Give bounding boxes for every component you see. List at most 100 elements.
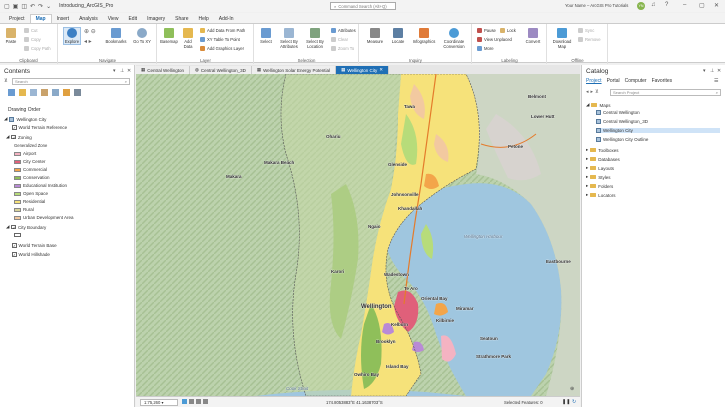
previous-extent-tools[interactable]: ◂ ▸ bbox=[84, 38, 92, 45]
toc-layer-hillshade[interactable]: ✓ World Hillshade bbox=[12, 252, 50, 257]
copy-path-button[interactable]: Copy Path bbox=[24, 46, 51, 51]
expand-arrow-icon[interactable]: ◢ bbox=[6, 134, 9, 140]
catalog-tab-project[interactable]: Project bbox=[586, 78, 602, 84]
tab-analysis[interactable]: Analysis bbox=[74, 15, 103, 23]
catalog-search-input[interactable]: Search Project ⌕ bbox=[610, 89, 721, 96]
catalog-filter-icon[interactable]: ⊻ bbox=[595, 89, 599, 95]
fixed-zoom-icon[interactable] bbox=[196, 399, 201, 404]
go-to-xy-button[interactable]: Go To XY bbox=[133, 28, 151, 44]
list-by-perspective-icon[interactable] bbox=[74, 89, 81, 96]
select-by-attributes-button[interactable]: Select By Attributes bbox=[277, 28, 301, 49]
map-view[interactable]: Makara Beach Makara Ohariu Johnsonville Glen… bbox=[136, 74, 580, 396]
convert-button[interactable]: Convert bbox=[523, 28, 543, 44]
add-data-from-path-button[interactable]: Add Data From Path bbox=[200, 28, 245, 33]
catalog-tab-computer[interactable]: Computer bbox=[625, 78, 647, 84]
visibility-checkbox[interactable]: ✓ bbox=[11, 224, 16, 230]
cut-button[interactable]: Cut bbox=[24, 28, 38, 33]
tab-central-wellington-3d[interactable]: ◍ Central Wellington_3D bbox=[189, 66, 252, 74]
lock-button[interactable]: Lock bbox=[500, 28, 516, 33]
add-graphics-button[interactable]: Add Graphics Layer bbox=[200, 46, 244, 51]
expand-arrow-icon[interactable]: ▸ bbox=[586, 192, 588, 198]
sync-button[interactable]: Sync bbox=[578, 28, 594, 33]
close-icon[interactable]: ✕ bbox=[714, 2, 719, 9]
basemap-button[interactable]: Basemap bbox=[160, 28, 178, 44]
notification-icon[interactable]: ♫ bbox=[651, 2, 656, 8]
expand-arrow-icon[interactable]: ◢ bbox=[6, 224, 9, 230]
pane-menu-icon[interactable]: ▾ bbox=[703, 68, 706, 74]
close-tab-icon[interactable]: ✕ bbox=[379, 67, 383, 73]
grid-icon[interactable] bbox=[182, 399, 187, 404]
attributes-button[interactable]: Attributes bbox=[331, 28, 356, 33]
maximize-icon[interactable]: ▢ bbox=[699, 2, 705, 9]
expand-arrow-icon[interactable]: ▸ bbox=[586, 165, 588, 171]
catalog-folder-item[interactable]: ▸ Toolboxes bbox=[586, 147, 619, 153]
tab-edit[interactable]: Edit bbox=[123, 15, 142, 23]
catalog-maps-folder[interactable]: ◢ Maps bbox=[586, 102, 610, 108]
close-pane-icon[interactable]: ✕ bbox=[717, 68, 721, 74]
catalog-map-item[interactable]: Wellington City bbox=[596, 128, 720, 133]
catalog-tab-portal[interactable]: Portal bbox=[607, 78, 620, 84]
pin-icon[interactable]: ⊥ bbox=[120, 68, 124, 74]
zoom-to-button[interactable]: Zoom To bbox=[331, 46, 354, 51]
tab-project[interactable]: Project bbox=[4, 15, 30, 23]
list-by-snapping-icon[interactable] bbox=[52, 89, 59, 96]
more-button[interactable]: More bbox=[477, 46, 494, 51]
open-icon[interactable]: ▣ bbox=[13, 3, 19, 10]
pane-menu-icon[interactable]: ▾ bbox=[113, 68, 116, 74]
expand-arrow-icon[interactable]: ▸ bbox=[586, 183, 588, 189]
tab-wellington-city[interactable]: ▦ Wellington City ✕ bbox=[336, 66, 390, 74]
paste-button[interactable]: Paste bbox=[4, 28, 18, 44]
catalog-folder-item[interactable]: ▸ Locators bbox=[586, 192, 616, 198]
pause-drawing-icon[interactable]: ❚❚ bbox=[562, 399, 570, 405]
map-nav-icon[interactable]: ⊕ bbox=[570, 386, 574, 392]
add-data-button[interactable]: Add Data bbox=[180, 28, 196, 49]
bookmarks-button[interactable]: Bookmarks bbox=[105, 28, 127, 44]
download-map-button[interactable]: Download Map bbox=[551, 28, 573, 49]
catalog-map-item[interactable]: Wellington City Outline bbox=[596, 137, 648, 142]
save-icon[interactable]: ◫ bbox=[21, 3, 27, 10]
list-by-drawing-order-icon[interactable] bbox=[8, 89, 15, 96]
help-icon[interactable]: ? bbox=[665, 2, 668, 8]
tab-help[interactable]: Help bbox=[193, 15, 213, 23]
coordinate-conversion-button[interactable]: Coordinate Conversion bbox=[440, 28, 468, 49]
catalog-menu-icon[interactable]: ☰ bbox=[714, 78, 718, 84]
expand-arrow-icon[interactable]: ▸ bbox=[586, 156, 588, 162]
catalog-map-item[interactable]: Central Wellington_3D bbox=[596, 119, 648, 124]
back-icon[interactable]: ◂ bbox=[586, 89, 589, 95]
customize-icon[interactable]: ⌄ bbox=[46, 3, 51, 10]
close-pane-icon[interactable]: ✕ bbox=[127, 68, 131, 74]
tab-map[interactable]: Map bbox=[29, 14, 52, 23]
map-canvas[interactable] bbox=[136, 74, 580, 396]
tab-view[interactable]: View bbox=[103, 15, 124, 23]
tab-central-wellington[interactable]: ▦ Central Wellington bbox=[136, 66, 190, 74]
toc-layer-terrain-ref[interactable]: ✓ World Terrain Reference bbox=[12, 125, 67, 130]
catalog-map-item[interactable]: Central Wellington bbox=[596, 110, 640, 115]
minimize-icon[interactable]: – bbox=[683, 2, 686, 8]
list-by-labeling-icon[interactable] bbox=[63, 89, 70, 96]
undo-icon[interactable]: ↶ bbox=[30, 3, 35, 10]
catalog-folder-item[interactable]: ▸ Databases bbox=[586, 156, 620, 162]
new-project-icon[interactable]: ▢ bbox=[4, 3, 10, 10]
visibility-checkbox[interactable]: ✓ bbox=[11, 134, 16, 140]
view-unplaced-button[interactable]: View Unplaced bbox=[477, 37, 512, 42]
pin-icon[interactable]: ⊥ bbox=[710, 68, 714, 74]
zoom-tools[interactable]: ⊕ ⊖ bbox=[84, 28, 96, 35]
tab-share[interactable]: Share bbox=[170, 15, 193, 23]
measure-button[interactable]: Measure bbox=[364, 28, 386, 44]
clear-button[interactable]: Clear bbox=[331, 37, 348, 42]
xy-table-button[interactable]: XY Table To Point bbox=[200, 37, 240, 42]
catalog-folder-item[interactable]: ▸ Folders bbox=[586, 183, 613, 189]
infographics-button[interactable]: Infographics bbox=[410, 28, 438, 44]
avatar[interactable]: YN bbox=[637, 2, 645, 10]
redo-icon[interactable]: ↷ bbox=[38, 3, 43, 10]
list-by-editing-icon[interactable] bbox=[41, 89, 48, 96]
refresh-icon[interactable]: ↻ bbox=[572, 399, 576, 405]
toc-layer-zoning[interactable]: ◢ ✓ Zoning bbox=[6, 134, 32, 140]
forward-icon[interactable]: ▸ bbox=[591, 89, 594, 95]
select-button[interactable]: Select bbox=[257, 28, 275, 44]
command-search-input[interactable]: ⌕ Command Search (Alt+Q) bbox=[330, 2, 396, 10]
locate-button[interactable]: Locate bbox=[388, 28, 408, 44]
filter-icon[interactable]: ⊻ bbox=[4, 78, 8, 84]
expand-arrow-icon[interactable]: ▸ bbox=[586, 147, 588, 153]
scale-selector[interactable]: 1:75,260 ▾ bbox=[140, 399, 178, 406]
